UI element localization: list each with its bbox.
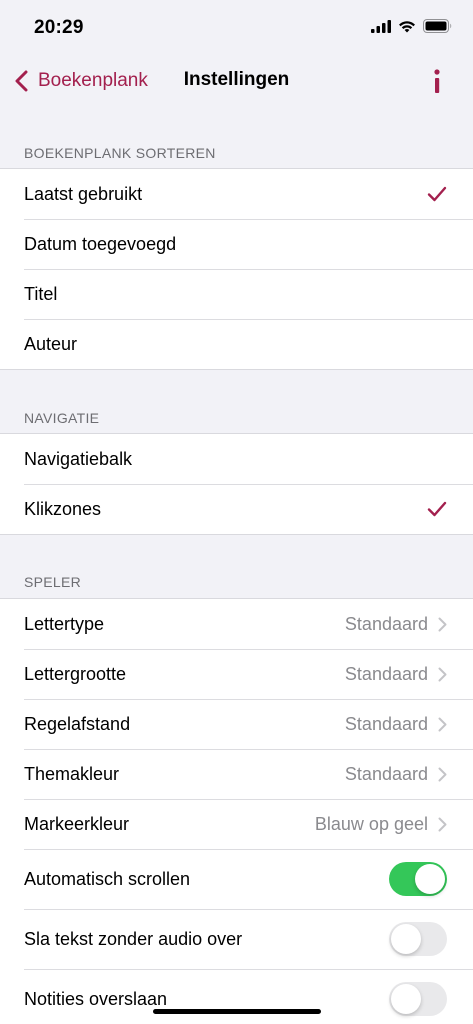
section-header-sort: BOEKENPLANK SORTEREN [24, 145, 216, 161]
row-label: Sla tekst zonder audio over [24, 928, 243, 949]
home-indicator[interactable] [153, 1009, 321, 1014]
player-setting-font-size[interactable]: Lettergrootte Standaard [0, 649, 473, 699]
row-label: Notities overslaan [24, 988, 168, 1009]
row-value: Standaard [344, 763, 428, 784]
row-value: Standaard [344, 663, 428, 684]
section-header-player: SPELER [24, 574, 82, 590]
sort-option-author[interactable]: Auteur [0, 319, 473, 369]
navigation-bar: Boekenplank Instellingen [0, 54, 473, 110]
sort-options-group: Laatst gebruikt Datum toegevoegd Titel A… [0, 168, 473, 370]
row-label: Klikzones [24, 498, 102, 519]
toggle-knob [391, 924, 421, 954]
skip-notes-toggle[interactable] [389, 982, 447, 1016]
row-value: Blauw op geel [314, 813, 428, 834]
row-label: Lettergrootte [24, 663, 127, 684]
player-setting-theme-color[interactable]: Themakleur Standaard [0, 749, 473, 799]
checkmark-icon [427, 501, 447, 517]
chevron-right-icon [438, 617, 447, 631]
row-label: Regelafstand [24, 713, 131, 734]
player-options-group: Lettertype Standaard Lettergrootte Stand… [0, 598, 473, 1024]
row-label: Laatst gebruikt [24, 183, 143, 204]
row-label: Themakleur [24, 763, 120, 784]
player-setting-highlight-color[interactable]: Markeerkleur Blauw op geel [0, 799, 473, 849]
wifi-icon [399, 20, 415, 32]
row-value: Standaard [344, 613, 428, 634]
sort-option-last-used[interactable]: Laatst gebruikt [0, 169, 473, 219]
row-label: Datum toegevoegd [24, 233, 177, 254]
player-toggle-auto-scroll: Automatisch scrollen [0, 849, 473, 909]
row-label: Lettertype [24, 613, 105, 634]
row-label: Automatisch scrollen [24, 868, 191, 889]
status-icons [371, 19, 453, 33]
section-header-navigation: NAVIGATIE [24, 410, 100, 426]
sort-option-date-added[interactable]: Datum toegevoegd [0, 219, 473, 269]
chevron-right-icon [438, 767, 447, 781]
row-label: Markeerkleur [24, 813, 130, 834]
sort-option-title[interactable]: Titel [0, 269, 473, 319]
page-title: Instellingen [183, 69, 290, 90]
chevron-right-icon [438, 717, 447, 731]
toggle-knob [391, 984, 421, 1014]
cellular-signal-icon [371, 19, 391, 33]
row-label: Auteur [24, 333, 78, 354]
info-icon[interactable] [427, 66, 447, 96]
toggle-knob [415, 864, 445, 894]
status-time: 20:29 [34, 17, 84, 38]
skip-text-without-audio-toggle[interactable] [389, 922, 447, 956]
navigation-option-navbar[interactable]: Navigatiebalk [0, 434, 473, 484]
player-setting-font[interactable]: Lettertype Standaard [0, 599, 473, 649]
chevron-right-icon [438, 667, 447, 681]
battery-icon [423, 19, 452, 33]
navigation-options-group: Navigatiebalk Klikzones [0, 433, 473, 535]
row-value: Standaard [344, 713, 428, 734]
chevron-right-icon [438, 817, 447, 831]
status-bar: 20:29 [0, 0, 473, 54]
navigation-option-click-zones[interactable]: Klikzones [0, 484, 473, 534]
auto-scroll-toggle[interactable] [389, 862, 447, 896]
player-toggle-skip-text-without-audio: Sla tekst zonder audio over [0, 909, 473, 969]
checkmark-icon [427, 186, 447, 202]
player-toggle-skip-notes: Notities overslaan [0, 969, 473, 1024]
row-label: Titel [24, 283, 58, 304]
player-setting-line-spacing[interactable]: Regelafstand Standaard [0, 699, 473, 749]
row-label: Navigatiebalk [24, 448, 133, 469]
